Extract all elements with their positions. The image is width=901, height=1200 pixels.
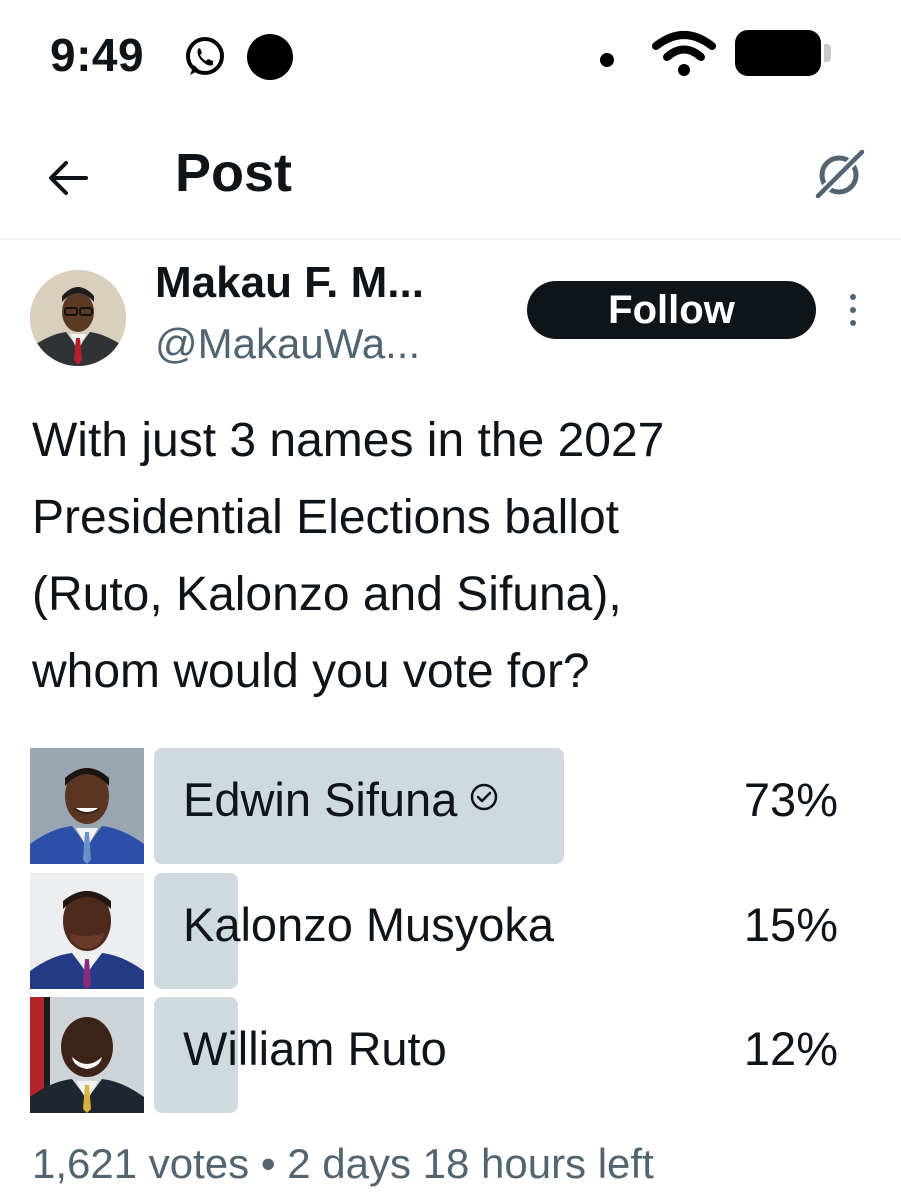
back-arrow-icon[interactable] — [46, 158, 90, 198]
option-percent: 15% — [743, 898, 838, 951]
battery-icon — [735, 30, 821, 76]
author-handle[interactable]: @MakauWa... — [155, 320, 420, 368]
option-percent: 12% — [743, 1022, 838, 1075]
whatsapp-icon — [186, 37, 224, 75]
author-avatar[interactable] — [30, 270, 126, 366]
poll-option[interactable]: Kalonzo Musyoka 15% — [30, 873, 850, 989]
option-photo — [30, 997, 144, 1113]
option-percent: 73% — [743, 773, 838, 826]
status-bar: 9:49 — [0, 0, 901, 110]
location-dot-icon — [600, 53, 614, 67]
option-photo — [30, 873, 144, 989]
poll-option[interactable]: Edwin Sifuna 73% — [30, 748, 850, 864]
follow-button[interactable]: Follow — [527, 281, 816, 339]
poll-footer: 1,621 votes • 2 days 18 hours left — [32, 1140, 654, 1187]
post-screen: 9:49 Post Makau F. M... @MakauWa... Foll… — [0, 0, 901, 1200]
post-text: With just 3 names in the 2027 Presidenti… — [32, 402, 882, 710]
post-text-line: Presidential Elections ballot — [32, 491, 619, 544]
author-name[interactable]: Makau F. M... — [155, 258, 424, 308]
post-text-line: (Ruto, Kalonzo and Sifuna), — [32, 568, 622, 621]
option-label: William Ruto — [183, 1022, 447, 1075]
recording-dot-icon — [247, 34, 293, 80]
check-circle-icon — [471, 783, 498, 811]
battery-cap — [824, 44, 831, 62]
poll-option[interactable]: William Ruto 12% — [30, 997, 850, 1113]
status-time: 9:49 — [50, 29, 145, 81]
more-options-icon[interactable] — [846, 292, 860, 328]
post-text-line: whom would you vote for? — [32, 645, 590, 698]
option-label: Edwin Sifuna — [183, 772, 499, 827]
wifi-icon — [652, 31, 716, 76]
page-title: Post — [175, 143, 293, 203]
option-photo — [30, 748, 144, 864]
option-label: Kalonzo Musyoka — [183, 898, 554, 951]
post-text-line: With just 3 names in the 2027 — [32, 414, 665, 467]
grok-icon[interactable] — [812, 144, 870, 202]
option-label-text: Edwin Sifuna — [183, 773, 458, 826]
post-header: Post — [0, 118, 901, 240]
